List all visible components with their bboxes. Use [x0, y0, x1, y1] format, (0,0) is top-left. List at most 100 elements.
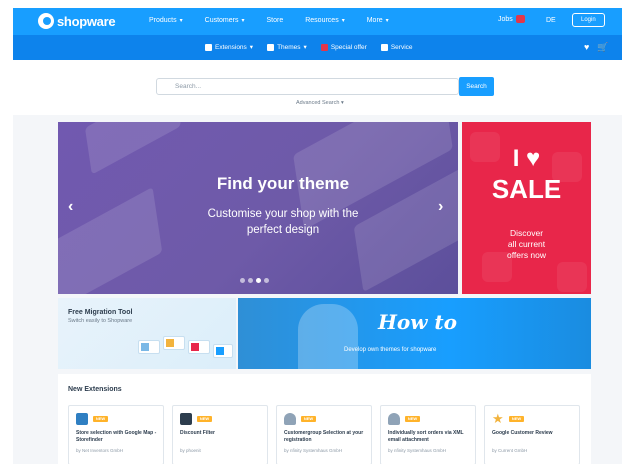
nav-store[interactable]: Store: [267, 17, 284, 24]
extension-card[interactable]: NEW Discount Filter by phoenit: [172, 405, 268, 464]
subnav-service[interactable]: Service: [380, 43, 413, 51]
howto-title: How to: [378, 310, 457, 334]
search-area: Search... Search Advanced Search ▾: [13, 60, 622, 115]
subnav-extensions-label: Extensions: [215, 43, 247, 51]
brush-icon: [267, 43, 275, 51]
subnav-service-label: Service: [390, 43, 413, 51]
top-navigation-bar: shopware Products ▾ Customers ▾ Store Reso…: [13, 8, 622, 35]
howto-banner[interactable]: How to Develop own themes for shopware: [238, 298, 591, 369]
xml-sort-icon: [388, 413, 400, 425]
language-switch[interactable]: DE: [546, 17, 556, 24]
subnav-special-offer-label: Special offer: [330, 43, 367, 51]
theme-banner-slider[interactable]: ‹ › Find your theme Customise your shop …: [58, 122, 458, 294]
login-button[interactable]: Login: [572, 13, 605, 27]
chevron-down-icon: ▾: [303, 44, 307, 51]
advanced-search-link[interactable]: Advanced Search ▾: [296, 100, 344, 106]
extension-card[interactable]: NEW Store selection with Google Map - St…: [68, 405, 164, 464]
extension-name: Store selection with Google Map - Storef…: [76, 430, 157, 443]
new-badge: NEW: [93, 416, 108, 422]
filter-icon: [180, 413, 192, 425]
nav-more[interactable]: More ▾: [367, 17, 389, 24]
subnav-special-offer[interactable]: Special offer: [320, 43, 367, 51]
chevron-down-icon: ▾: [385, 18, 389, 24]
slider-dot[interactable]: [240, 278, 245, 283]
slider-dot[interactable]: [264, 278, 269, 283]
migration-illustration-card: [188, 340, 210, 354]
slide-subtitle-line: Customise your shop with the: [207, 208, 359, 220]
customer-group-icon: [284, 413, 296, 425]
store-map-icon: [76, 413, 88, 425]
extension-name: Individually sort orders via XML email a…: [388, 430, 464, 443]
nav-more-label: More: [366, 17, 383, 24]
extension-name: Discount Filter: [180, 430, 216, 436]
slider-dots: [240, 278, 269, 283]
sale-banner[interactable]: I ♥ SALE Discover all current offers now: [462, 122, 591, 294]
chevron-down-icon: ▾: [241, 18, 245, 24]
slider-dot[interactable]: [248, 278, 253, 283]
extension-card[interactable]: ★ NEW Google Customer Review by Current …: [484, 405, 580, 464]
puzzle-icon: [205, 43, 212, 51]
chevron-down-icon: ▾: [341, 18, 345, 24]
sale-description: Discover all current offers now: [462, 228, 591, 261]
subnav-extensions[interactable]: Extensions ▾: [205, 43, 253, 51]
sub-nav-icons: ♥ 🛒: [584, 42, 609, 53]
sale-text-line: all current: [507, 239, 546, 249]
jobs-link[interactable]: Jobs: [498, 15, 525, 23]
slider-dot-active[interactable]: [256, 278, 261, 283]
migration-subtitle: Switch easily to Shopware: [68, 318, 133, 324]
nav-resources[interactable]: Resources ▾: [305, 17, 344, 24]
migration-illustration-card: [138, 340, 160, 354]
slider-next-arrow[interactable]: ›: [438, 198, 443, 216]
migration-card-mark: [166, 339, 174, 347]
extension-vendor: by nfinity Systemhaus GmbH: [284, 448, 343, 453]
main-nav: Products ▾ Customers ▾ Store Resources ▾ Mo…: [149, 17, 411, 24]
decorative-screenshot: [58, 186, 163, 294]
migration-illustration-card: [213, 344, 233, 358]
extension-name: Google Customer Review: [492, 430, 553, 436]
shopware-logo-icon: [38, 13, 54, 29]
sale-text-line: Discover: [509, 228, 544, 238]
extension-vendor: by nfinity Systemhaus GmbH: [388, 448, 447, 453]
extension-card[interactable]: NEW Customergroup Selection at your regi…: [276, 405, 372, 464]
migration-card-mark: [191, 343, 199, 351]
subnav-themes[interactable]: Themes ▾: [267, 43, 307, 51]
nav-customers[interactable]: Customers ▾: [205, 17, 245, 24]
person-illustration: [298, 304, 358, 369]
new-badge: NEW: [509, 416, 524, 422]
migration-title: Free Migration Tool: [68, 309, 133, 316]
heart-icon[interactable]: ♥: [584, 42, 589, 53]
nav-store-label: Store: [266, 17, 284, 24]
new-badge: NEW: [301, 416, 316, 422]
new-badge: NEW: [405, 416, 420, 422]
notification-badge-icon: [515, 15, 525, 23]
shopware-logo[interactable]: shopware: [38, 13, 116, 29]
search-input[interactable]: Search...: [156, 78, 459, 95]
migration-card-mark: [141, 343, 149, 351]
new-badge: NEW: [197, 416, 212, 422]
new-extensions-section: New Extensions NEW Store selection with …: [58, 374, 591, 464]
nav-customers-label: Customers: [204, 17, 239, 24]
sale-pattern-tile: [557, 262, 587, 292]
howto-subtitle: Develop own themes for shopware: [344, 347, 437, 353]
sale-title: SALE: [491, 174, 562, 204]
extension-vendor: by phoenit: [180, 448, 201, 453]
migration-card-mark: [216, 347, 224, 355]
chevron-down-icon: ▾: [249, 44, 254, 51]
chevron-down-icon: ▾: [179, 18, 183, 24]
slider-prev-arrow[interactable]: ‹: [68, 198, 73, 216]
nav-products[interactable]: Products ▾: [149, 17, 183, 24]
migration-illustration-card: [163, 336, 185, 350]
service-icon: [380, 43, 388, 51]
decorative-screenshot: [84, 122, 182, 175]
star-icon: ★: [492, 411, 504, 426]
extension-vendor: by Current GmbH: [492, 448, 528, 453]
slide-subtitle-line: perfect design: [246, 224, 320, 236]
cart-icon[interactable]: 🛒: [597, 42, 608, 53]
browser-page: shopware Products ▾ Customers ▾ Store Reso…: [13, 8, 622, 464]
extension-name: Customergroup Selection at your registra…: [284, 430, 364, 443]
nav-resources-label: Resources: [305, 17, 339, 24]
migration-tool-banner[interactable]: Free Migration Tool Switch easily to Sho…: [58, 298, 236, 369]
extension-card[interactable]: NEW Individually sort orders via XML ema…: [380, 405, 476, 464]
new-extensions-heading: New Extensions: [68, 386, 122, 393]
search-button[interactable]: Search: [459, 77, 494, 96]
